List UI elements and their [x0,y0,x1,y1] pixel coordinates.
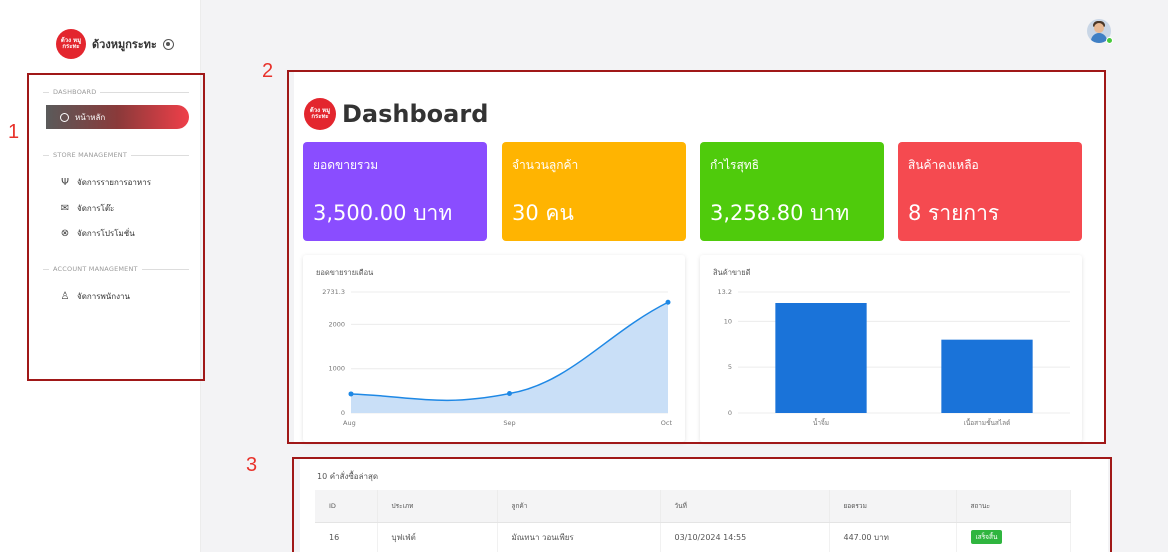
annotation-box-1 [27,73,205,381]
annotation-label-2: 2 [262,60,274,82]
brand-logo: ด้วง หมูกระทะ [56,29,86,59]
online-status-dot [1106,37,1113,44]
brand-toggle-icon[interactable] [162,38,174,50]
annotation-label-1: 1 [8,121,20,143]
brand-name: ด้วงหมูกระทะ [92,38,157,51]
annotation-label-3: 3 [246,454,258,476]
annotation-box-2 [287,70,1106,444]
brand[interactable]: ด้วง หมูกระทะ ด้วงหมูกระทะ [56,29,174,59]
brand-logo-text: ด้วง หมูกระทะ [60,37,82,50]
annotation-box-3 [292,457,1112,552]
